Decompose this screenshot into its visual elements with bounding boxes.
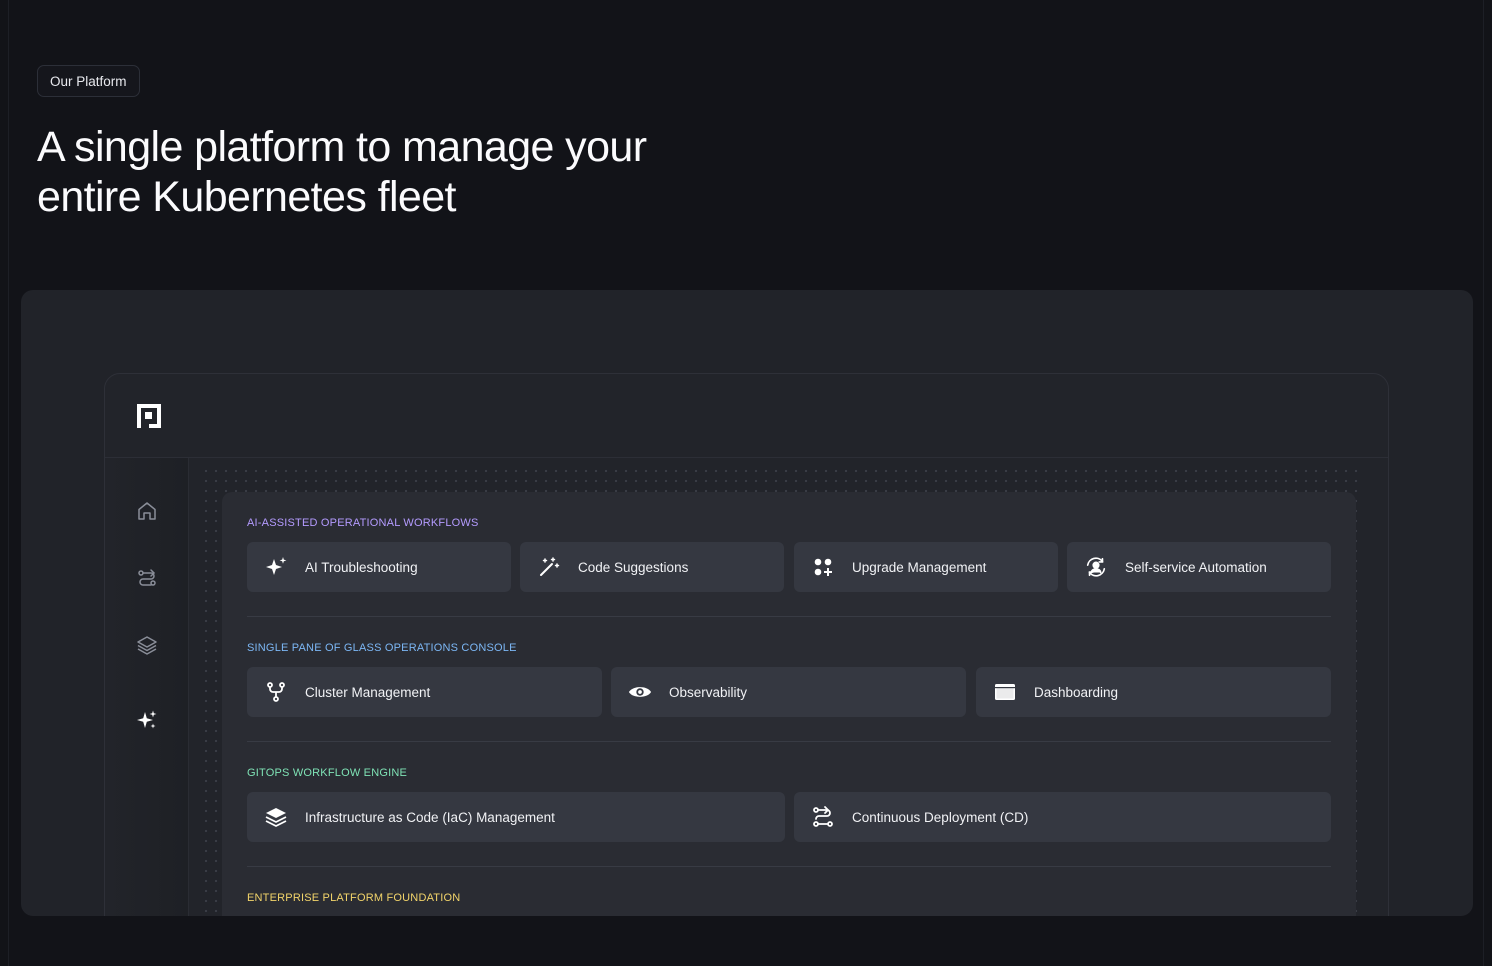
sparkles-icon[interactable] xyxy=(135,708,159,732)
tile-label: Infrastructure as Code (IaC) Management xyxy=(305,809,555,825)
magic-wand-icon xyxy=(537,555,561,579)
layers-icon[interactable] xyxy=(135,633,159,657)
eyebrow-label: Our Platform xyxy=(50,73,127,89)
section-divider xyxy=(247,741,1331,742)
tile-code-suggestions[interactable]: Code Suggestions xyxy=(520,542,784,592)
tile-iac-management[interactable]: Infrastructure as Code (IaC) Management xyxy=(247,792,785,842)
tile-self-service-automation[interactable]: Self-service Automation xyxy=(1067,542,1331,592)
frame-line-right xyxy=(1483,0,1484,966)
tile-label: Upgrade Management xyxy=(852,559,987,575)
window-icon xyxy=(993,680,1017,704)
ops-console-row: Cluster Management Observability Dashboa… xyxy=(247,667,1331,717)
eye-icon xyxy=(628,680,652,704)
tile-label: Observability xyxy=(669,684,748,700)
section-eyebrow-badge: Our Platform xyxy=(37,65,140,97)
section-title-ops-console: SINGLE PANE OF GLASS OPERATIONS CONSOLE xyxy=(247,642,517,654)
section-divider xyxy=(247,616,1331,617)
capabilities-panel: AI-ASSISTED OPERATIONAL WORKFLOWS AI Tro… xyxy=(222,492,1356,916)
frame-line-left xyxy=(8,0,9,966)
app-header xyxy=(105,374,1388,458)
tile-observability[interactable]: Observability xyxy=(611,667,966,717)
stack-icon xyxy=(264,805,288,829)
section-title-ai-workflows: AI-ASSISTED OPERATIONAL WORKFLOWS xyxy=(247,517,479,529)
section-divider xyxy=(247,866,1331,867)
fork-icon xyxy=(264,680,288,704)
section-title-gitops: GITOPS WORKFLOW ENGINE xyxy=(247,767,408,779)
tile-label: Continuous Deployment (CD) xyxy=(852,809,1029,825)
tile-label: Self-service Automation xyxy=(1125,559,1267,575)
tile-upgrade-management[interactable]: Upgrade Management xyxy=(794,542,1058,592)
route-icon xyxy=(811,805,835,829)
app-sidebar xyxy=(105,458,189,916)
tile-cluster-management[interactable]: Cluster Management xyxy=(247,667,602,717)
user-sync-icon xyxy=(1084,555,1108,579)
gitops-row: Infrastructure as Code (IaC) Management … xyxy=(247,792,1331,842)
ai-workflows-row: AI Troubleshooting Code Suggestions Upgr… xyxy=(247,542,1331,592)
product-preview-stage: AI-ASSISTED OPERATIONAL WORKFLOWS AI Tro… xyxy=(21,290,1473,916)
headline-line-2: entire Kubernetes fleet xyxy=(37,173,456,221)
brand-logo-icon[interactable] xyxy=(136,403,162,429)
tile-ai-troubleshooting[interactable]: AI Troubleshooting xyxy=(247,542,511,592)
page-headline: A single platform to manage your entire … xyxy=(37,122,737,222)
home-icon[interactable] xyxy=(135,499,159,523)
tile-label: Code Suggestions xyxy=(578,559,689,575)
app-window-mockup: AI-ASSISTED OPERATIONAL WORKFLOWS AI Tro… xyxy=(104,373,1389,916)
section-title-enterprise-foundation: ENTERPRISE PLATFORM FOUNDATION xyxy=(247,892,461,904)
grid-plus-icon xyxy=(811,555,835,579)
tile-label: AI Troubleshooting xyxy=(305,559,418,575)
tile-continuous-deployment[interactable]: Continuous Deployment (CD) xyxy=(794,792,1331,842)
tile-label: Dashboarding xyxy=(1034,684,1119,700)
tile-dashboarding[interactable]: Dashboarding xyxy=(976,667,1331,717)
sparkles-icon xyxy=(264,555,288,579)
headline-line-1: A single platform to manage your xyxy=(37,123,647,171)
workflow-icon[interactable] xyxy=(135,566,159,590)
tile-label: Cluster Management xyxy=(305,684,431,700)
